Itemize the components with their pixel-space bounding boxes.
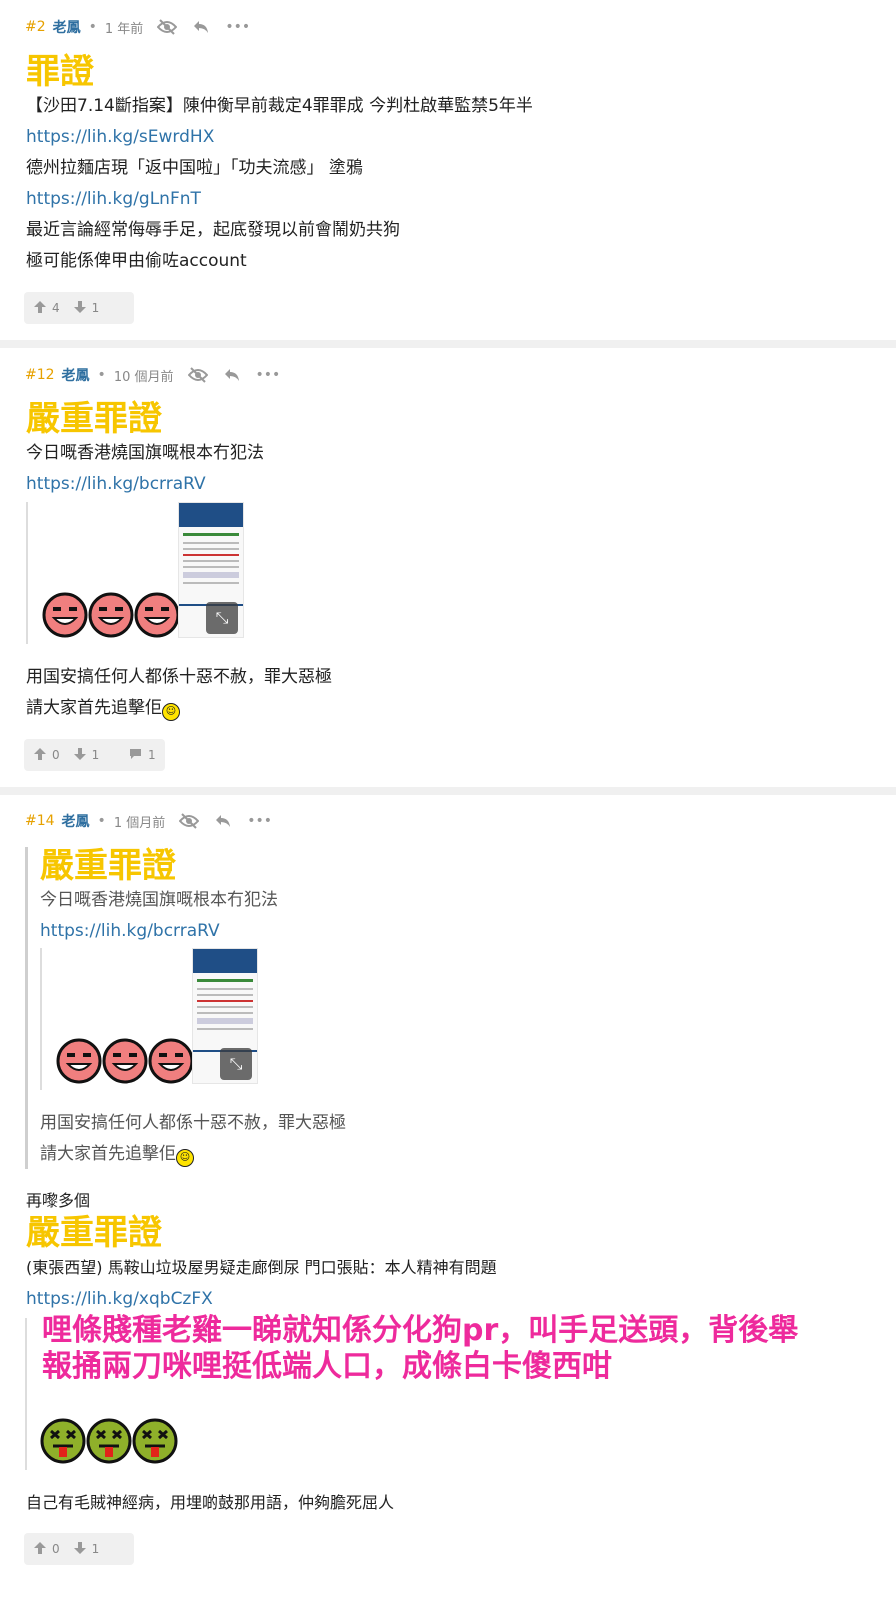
post-text-content: 請大家首先追擊佢 — [26, 698, 162, 718]
post-title: 嚴重罪證 — [26, 399, 162, 439]
author-name[interactable]: 老鳳 — [53, 17, 81, 37]
upvote-count: 4 — [52, 301, 60, 315]
post-link[interactable]: https://lih.kg/sEwrdHX — [26, 126, 214, 148]
post-link[interactable]: https://lih.kg/gLnFnT — [26, 188, 201, 210]
reply-icon[interactable] — [224, 368, 240, 382]
face-emoji — [148, 1038, 194, 1084]
author-name[interactable]: 老鳳 — [62, 811, 90, 831]
post-number[interactable]: #14 — [25, 813, 55, 829]
post-number[interactable]: #2 — [25, 19, 46, 35]
upvote-count: 0 — [52, 1542, 60, 1556]
meta-separator: • — [97, 813, 106, 829]
meta-separator: • — [97, 367, 106, 383]
more-icon[interactable]: ••• — [247, 813, 272, 829]
downvote-count: 1 — [91, 748, 100, 762]
thumb-up-icon[interactable] — [34, 747, 46, 763]
replies-button[interactable]: 1 — [119, 739, 165, 771]
post-time: 1 年前 — [104, 21, 144, 37]
face-emoji — [56, 1038, 102, 1084]
vote-bar: 0 1 — [24, 1533, 134, 1565]
post-text: (東張西望) 馬鞍山垃圾屋男疑走廊倒尿 門口張貼：本人精神有問題 — [26, 1258, 497, 1277]
sick-face-emoji — [132, 1418, 178, 1464]
quote-link[interactable]: https://lih.kg/bcrraRV — [40, 920, 220, 942]
author-name[interactable]: 老鳳 — [62, 365, 90, 385]
expand-icon[interactable]: ⤡ — [206, 602, 238, 634]
face-emoji — [88, 592, 134, 638]
post-text: 自己有毛賊神經病，用埋啲鼓那用語，仲夠膽死屈人 — [26, 1493, 395, 1512]
post-time: 1 個月前 — [113, 815, 166, 831]
post-text: 用国安搞任何人都係十惡不赦，罪大惡極 — [26, 667, 332, 687]
quote-text-content: 請大家首先追擊佢 — [40, 1144, 176, 1164]
thumb-down-icon[interactable] — [73, 747, 86, 763]
post-text: 最近言論經常侮辱手足，起底發現以前會鬧奶共狗 — [26, 220, 400, 240]
meta-separator: • — [88, 19, 97, 35]
quote-bar — [25, 1318, 27, 1470]
post-title: 嚴重罪證 — [26, 1213, 162, 1253]
media-block: ⤡ — [40, 948, 262, 1090]
media-block: ⤡ — [26, 502, 248, 644]
post-meta: #2 老鳳 • 1 年前 ••• — [25, 17, 250, 37]
post-text: 今日嘅香港燒国旗嘅根本冇犯法 — [26, 443, 264, 463]
highlight-text: 哩條賤種老雞一睇就知係分化狗pr，叫手足送頭，背後舉 — [42, 1313, 799, 1348]
face-emoji — [134, 592, 180, 638]
quote-text: 用国安搞任何人都係十惡不赦，罪大惡極 — [40, 1113, 346, 1133]
quote-text: 今日嘅香港燒国旗嘅根本冇犯法 — [40, 890, 278, 910]
smiley-icon: ☺ — [176, 1149, 194, 1167]
post-text: 德州拉麵店現「返中国啦」「功夫流感」 塗鴉 — [26, 158, 363, 178]
highlight-text: 報捅兩刀咪哩挺低端人口，成條白卡傻西咁 — [42, 1349, 612, 1384]
reply-count: 1 — [148, 748, 156, 762]
face-emoji — [42, 592, 88, 638]
post-link[interactable]: https://lih.kg/xqbCzFX — [26, 1288, 213, 1310]
post-text: 【沙田7.14斷指案】陳仲衡早前裁定4罪罪成 今判杜啟華監禁5年半 — [26, 96, 533, 116]
reply-icon[interactable] — [193, 20, 209, 34]
eye-slash-icon[interactable] — [179, 813, 200, 829]
more-icon[interactable]: ••• — [225, 19, 250, 35]
thumb-down-icon[interactable] — [73, 300, 86, 316]
quote-title: 嚴重罪證 — [40, 846, 176, 886]
post-text: 極可能係俾甲由偷咗account — [26, 251, 247, 271]
sick-face-emoji — [40, 1418, 86, 1464]
post-time: 10 個月前 — [113, 369, 174, 385]
post-text: 請大家首先追擊佢 ☺ — [26, 697, 180, 721]
post-meta: #12 老鳳 • 10 個月前 ••• — [25, 365, 280, 385]
downvote-count: 1 — [91, 301, 100, 315]
face-emoji — [102, 1038, 148, 1084]
expand-icon[interactable]: ⤡ — [220, 1048, 252, 1080]
comment-icon — [129, 748, 142, 763]
vote-bar: 4 1 — [24, 292, 134, 324]
eye-slash-icon[interactable] — [157, 19, 178, 35]
smiley-icon: ☺ — [162, 703, 180, 721]
downvote-count: 1 — [91, 1542, 100, 1556]
more-icon[interactable]: ••• — [256, 367, 281, 383]
post-divider — [0, 787, 896, 795]
thumb-up-icon[interactable] — [34, 300, 46, 316]
eye-slash-icon[interactable] — [187, 367, 208, 383]
upvote-count: 0 — [52, 748, 60, 762]
post-divider — [0, 340, 896, 348]
post-text: 再嚟多個 — [26, 1191, 91, 1210]
post-meta: #14 老鳳 • 1 個月前 ••• — [25, 811, 272, 831]
post-title: 罪證 — [26, 52, 94, 92]
quote-bar — [25, 847, 28, 1169]
vote-bar: 0 1 — [24, 739, 134, 771]
post-number[interactable]: #12 — [25, 367, 55, 383]
reply-icon[interactable] — [215, 814, 231, 828]
post-link[interactable]: https://lih.kg/bcrraRV — [26, 473, 206, 495]
thumb-down-icon[interactable] — [73, 1541, 86, 1557]
quote-text: 請大家首先追擊佢 ☺ — [40, 1143, 194, 1167]
thumb-up-icon[interactable] — [34, 1541, 46, 1557]
sick-face-emoji — [86, 1418, 132, 1464]
